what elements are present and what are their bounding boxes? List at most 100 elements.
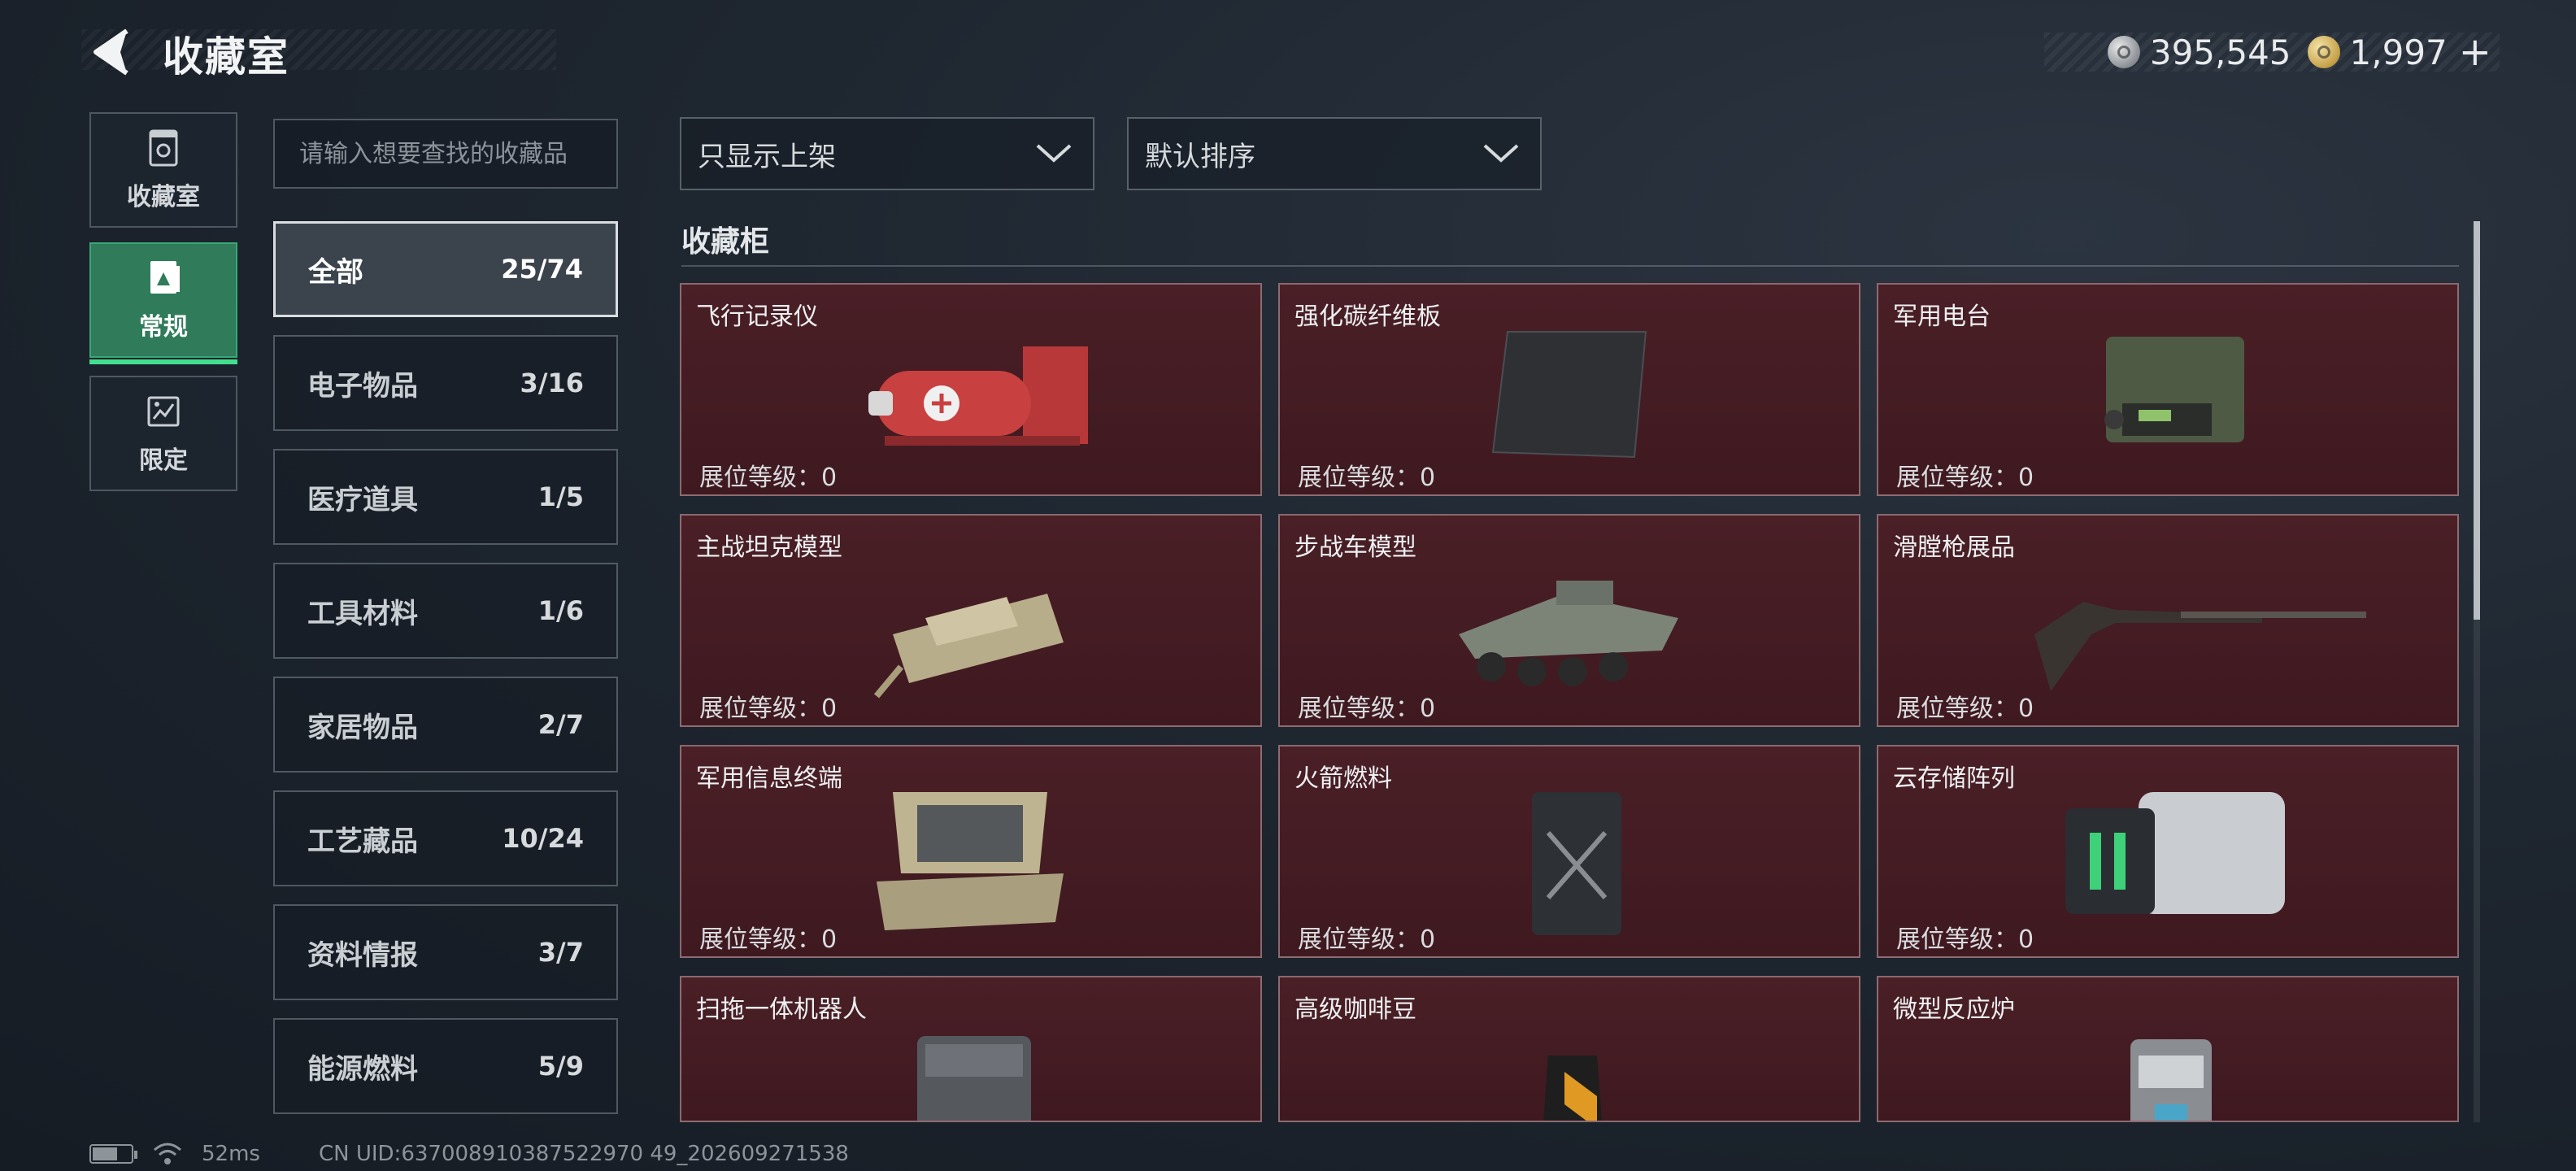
item-name: 火箭燃料: [1295, 764, 1392, 793]
category-all[interactable]: 全部 25/74: [273, 221, 618, 317]
silver-currency-value: 395,545: [2149, 32, 2291, 72]
item-level: 展位等级：0: [1896, 464, 2034, 492]
item-name: 高级咖啡豆: [1295, 995, 1416, 1024]
ping-value: 52ms: [202, 1142, 260, 1166]
section-divider: [681, 265, 2459, 267]
coffee-beans-icon: [1543, 1056, 1602, 1121]
chevron-down-icon: [1483, 144, 1519, 163]
collectible-card-cloud-storage[interactable]: 云存储阵列 展位等级：0: [1877, 745, 2459, 958]
tab-collection-room-label: 收藏室: [127, 183, 200, 211]
micro-reactor-icon: [2130, 1039, 2212, 1121]
item-name: 主战坦克模型: [696, 533, 842, 562]
battery-icon: [89, 1144, 137, 1164]
category-count: 2/7: [537, 709, 584, 740]
cleaning-robot-icon: [917, 1036, 1031, 1121]
military-terminal-icon: [877, 792, 1064, 930]
category-energy[interactable]: 能源燃料 5/9: [273, 1018, 618, 1114]
currency-bar: 395,545 1,997 +: [2044, 29, 2500, 75]
regular-icon: [150, 261, 180, 294]
uid-text: CN UID:637008910387522970 49_20260927153…: [318, 1142, 849, 1166]
category-name: 全部: [308, 255, 363, 289]
category-name: 能源燃料: [307, 1052, 418, 1086]
scrollbar-thumb[interactable]: [2474, 221, 2480, 620]
item-name: 强化碳纤维板: [1295, 303, 1441, 331]
header-title-bar: [81, 29, 556, 70]
collectible-card-flight-recorder[interactable]: 飞行记录仪 展位等级：0: [680, 283, 1262, 496]
limited-icon: [147, 396, 180, 427]
back-arrow-icon: [94, 28, 128, 76]
category-count: 3/7: [537, 937, 584, 968]
category-crafts[interactable]: 工艺藏品 10/24: [273, 790, 618, 886]
gold-currency-value: 1,997: [2349, 32, 2448, 72]
military-radio-icon: [2104, 337, 2244, 442]
item-name: 云存储阵列: [1893, 764, 2015, 793]
shelf-filter-value: 只显示上架: [698, 140, 836, 173]
tab-regular-label: 常规: [139, 313, 188, 342]
item-level: 展位等级：0: [1298, 694, 1436, 723]
collectible-card-military-radio[interactable]: 军用电台 展位等级：0: [1877, 283, 2459, 496]
collectible-card-carbon-fiber-plate[interactable]: 强化碳纤维板 展位等级：0: [1278, 283, 1860, 496]
ifv-model-icon: [1459, 581, 1678, 686]
item-level: 展位等级：0: [699, 925, 838, 954]
collectible-card-tank-model[interactable]: 主战坦克模型 展位等级：0: [680, 514, 1262, 727]
page-title: 收藏室: [163, 33, 289, 81]
item-level: 展位等级：0: [1896, 694, 2034, 723]
item-name: 军用电台: [1893, 303, 1991, 331]
status-bar: 52ms CN UID:637008910387522970 49_202609…: [89, 1142, 849, 1166]
collection-room-icon: [149, 129, 178, 167]
collectible-card-ifv-model[interactable]: 步战车模型 展位等级：0: [1278, 514, 1860, 727]
search-box[interactable]: [273, 119, 618, 189]
silver-currency: 395,545: [2107, 32, 2291, 72]
category-tools[interactable]: 工具材料 1/6: [273, 563, 618, 659]
collectible-card-musket[interactable]: 滑膛枪展品 展位等级：0: [1877, 514, 2459, 727]
category-count: 3/16: [520, 368, 584, 398]
section-title: 收藏柜: [681, 225, 770, 259]
category-count: 5/9: [537, 1051, 584, 1082]
cloud-storage-icon: [2065, 792, 2285, 914]
wifi-icon: [154, 1143, 181, 1164]
item-name: 军用信息终端: [696, 764, 842, 793]
tank-model-icon: [873, 594, 1064, 699]
collectible-card-cleaning-robot[interactable]: 扫拖一体机器人: [680, 976, 1262, 1122]
add-currency-button[interactable]: +: [2459, 29, 2491, 75]
category-count: 1/5: [537, 481, 584, 512]
search-input[interactable]: [299, 139, 616, 168]
flight-recorder-icon: [868, 346, 1088, 446]
category-name: 工具材料: [307, 597, 418, 630]
item-level: 展位等级：0: [1298, 925, 1436, 954]
tab-limited-label: 限定: [139, 446, 188, 475]
tab-collection-room[interactable]: 收藏室: [89, 112, 237, 228]
carbon-fiber-plate-icon: [1491, 331, 1647, 459]
sort-dropdown[interactable]: 默认排序: [1127, 117, 1542, 190]
sort-value: 默认排序: [1145, 140, 1255, 173]
item-name: 扫拖一体机器人: [696, 995, 867, 1024]
back-button[interactable]: [88, 23, 137, 81]
tab-limited[interactable]: 限定: [89, 376, 237, 491]
category-household[interactable]: 家居物品 2/7: [273, 677, 618, 773]
collectible-card-coffee-beans[interactable]: 高级咖啡豆: [1278, 976, 1860, 1122]
category-name: 资料情报: [307, 938, 418, 972]
item-level: 展位等级：0: [699, 694, 838, 723]
gold-currency: 1,997: [2307, 32, 2448, 72]
category-name: 电子物品: [307, 369, 418, 403]
chevron-down-icon: [1036, 144, 1072, 163]
category-electronics[interactable]: 电子物品 3/16: [273, 335, 618, 431]
category-name: 工艺藏品: [307, 825, 418, 858]
musket-icon: [2034, 602, 2366, 691]
item-level: 展位等级：0: [699, 464, 838, 492]
category-count: 1/6: [537, 595, 584, 626]
collectible-card-rocket-fuel[interactable]: 火箭燃料 展位等级：0: [1278, 745, 1860, 958]
tab-regular[interactable]: 常规: [89, 242, 237, 364]
category-name: 家居物品: [307, 711, 418, 744]
item-level: 展位等级：0: [1896, 925, 2034, 954]
shelf-filter-dropdown[interactable]: 只显示上架: [680, 117, 1094, 190]
category-count: 10/24: [502, 823, 584, 854]
silver-coin-icon: [2107, 36, 2140, 68]
category-medical[interactable]: 医疗道具 1/5: [273, 449, 618, 545]
category-count: 25/74: [501, 254, 583, 285]
item-name: 微型反应炉: [1893, 995, 2015, 1024]
category-intel[interactable]: 资料情报 3/7: [273, 904, 618, 1000]
item-level: 展位等级：0: [1298, 464, 1436, 492]
collectible-card-military-terminal[interactable]: 军用信息终端 展位等级：0: [680, 745, 1262, 958]
collectible-card-micro-reactor[interactable]: 微型反应炉: [1877, 976, 2459, 1122]
